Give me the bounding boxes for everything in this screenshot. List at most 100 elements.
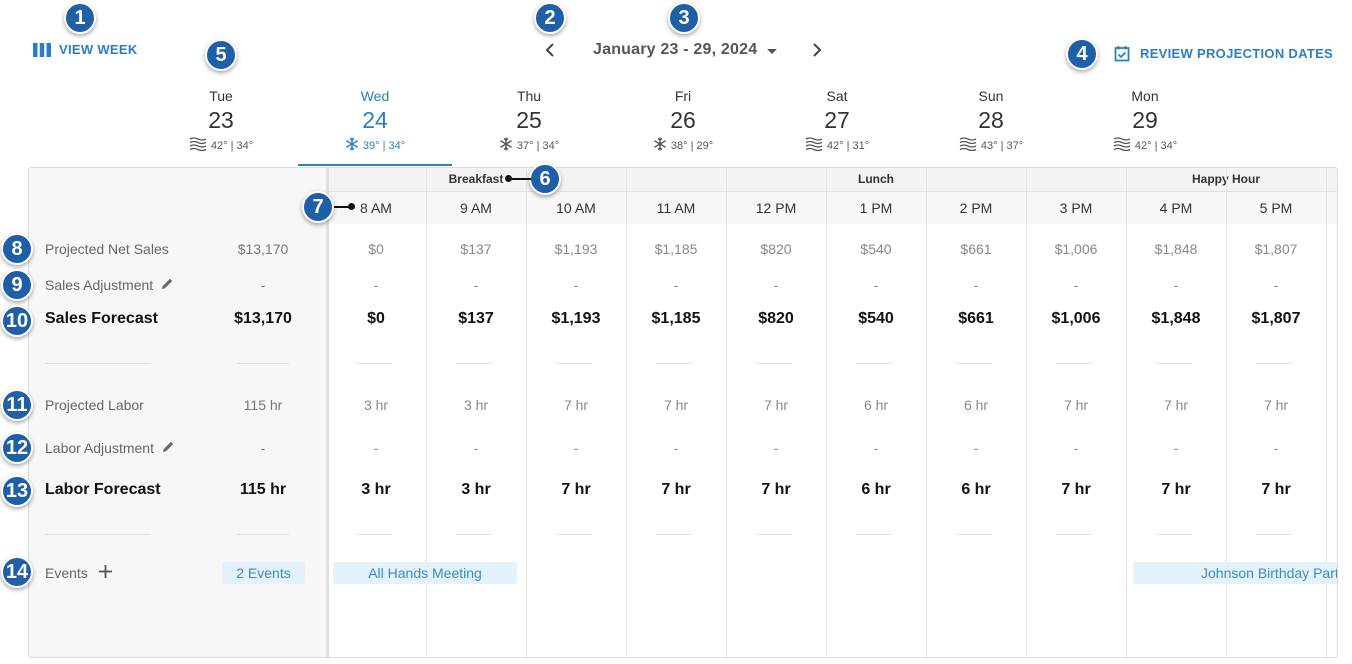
pencil-icon[interactable] [161, 277, 174, 293]
chevron-right-icon [813, 43, 822, 57]
section-divider [956, 534, 992, 535]
section-divider [956, 363, 992, 364]
section-divider [356, 534, 392, 535]
day-of-week: Mon [1131, 88, 1159, 104]
pencil-icon[interactable] [162, 440, 175, 456]
day-weather: 43° | 37° [914, 137, 1068, 154]
day-tab-sun[interactable]: Sun 28 43° | 37° [914, 88, 1068, 154]
grid-cell[interactable]: - [726, 277, 826, 293]
day-tab-fri[interactable]: Fri 26 38° | 29° [606, 88, 760, 154]
grid-cell[interactable]: - [526, 440, 626, 456]
section-divider [556, 534, 592, 535]
snow-icon [499, 137, 513, 154]
grid-cell[interactable]: - [926, 440, 1026, 456]
grid-cell: 7 hr [1161, 481, 1191, 498]
grid-cell[interactable]: - [626, 277, 726, 293]
plus-icon [98, 564, 113, 582]
events-count-badge[interactable]: 2 Events [222, 562, 305, 584]
projected-net-sales-label: Projected Net Sales [45, 241, 169, 257]
callout-8: 8 [1, 233, 33, 265]
forecast-grid: Breakfast Lunch Happy Hour 8 AM 9 AM 10 AM 11… [28, 167, 1338, 658]
grid-cell[interactable]: - [826, 440, 926, 456]
hour-header-cell: 1 PM [859, 200, 893, 216]
callout-4: 4 [1066, 38, 1098, 70]
grid-cell: $1,185 [654, 241, 698, 257]
callout-pointer-dot [348, 203, 355, 210]
section-divider [1056, 534, 1092, 535]
event-chip[interactable]: All Hands Meeting [333, 562, 517, 584]
section-divider [556, 363, 592, 364]
grid-cell[interactable]: - [1226, 277, 1326, 293]
hour-header-cell: 8 AM [360, 200, 392, 216]
review-label: REVIEW PROJECTION DATES [1140, 46, 1334, 61]
callout-7: 7 [302, 191, 334, 223]
grid-cell[interactable]: - [426, 277, 526, 293]
grid-cell: 7 hr [1061, 481, 1091, 498]
chevron-left-icon [545, 43, 554, 57]
fog-icon [189, 137, 207, 154]
callout-9: 9 [1, 269, 33, 301]
daypart-breakfast: Breakfast [448, 172, 504, 186]
day-tab-wed[interactable]: Wed 24 39° | 34° [298, 88, 452, 154]
grid-cell[interactable]: - [1026, 440, 1126, 456]
grid-cell: $540 [860, 241, 892, 257]
grid-cell: 3 hr [363, 397, 389, 413]
grid-cell[interactable]: - [526, 277, 626, 293]
grid-cell[interactable]: - [326, 440, 426, 456]
snow-icon [653, 137, 667, 154]
grid-cell: $1,848 [1151, 310, 1201, 327]
grid-cell[interactable]: - [1126, 440, 1226, 456]
grid-cell: $0 [367, 310, 385, 327]
callout-pointer [509, 178, 531, 180]
grid-cell: $661 [960, 241, 992, 257]
grid-cell[interactable]: - [826, 277, 926, 293]
grid-cell[interactable]: - [726, 440, 826, 456]
event-chip[interactable]: Johnson Birthday Party [1133, 562, 1337, 584]
next-week-button[interactable] [807, 40, 827, 60]
grid-cell: $1,006 [1051, 310, 1101, 327]
day-tab-sat[interactable]: Sat 27 42° | 31° [760, 88, 914, 154]
row-total: - [260, 440, 266, 456]
events-add-button[interactable]: Events [45, 564, 113, 582]
grid-cell: 7 hr [1261, 481, 1291, 498]
day-tab-thu[interactable]: Thu 25 37° | 34° [452, 88, 606, 154]
review-projection-dates-button[interactable]: REVIEW PROJECTION DATES [1114, 45, 1333, 62]
previous-week-button[interactable] [540, 40, 560, 60]
day-weather: 39° | 34° [298, 137, 452, 154]
callout-12: 12 [1, 432, 33, 464]
grid-cell: 6 hr [961, 481, 991, 498]
grid-cell[interactable]: - [926, 277, 1026, 293]
sales-forecast-label: Sales Forecast [45, 310, 158, 328]
grid-cell[interactable]: - [1026, 277, 1126, 293]
day-tab-tue[interactable]: Tue 23 42° | 34° [144, 88, 298, 154]
columns-icon [33, 42, 51, 57]
section-divider [1156, 534, 1192, 535]
hour-header-cell: 5 PM [1259, 200, 1293, 216]
section-divider [456, 363, 492, 364]
temperature-range: 37° | 34° [516, 139, 560, 152]
grid-cell[interactable]: - [1226, 440, 1326, 456]
section-divider [656, 363, 692, 364]
hour-header-cell: 12 PM [755, 200, 797, 216]
grid-cell[interactable]: - [326, 277, 426, 293]
row-label-text: Labor Forecast [45, 481, 161, 498]
grid-cell: 3 hr [461, 481, 491, 498]
row-total: $13,170 [234, 310, 292, 327]
callout-3: 3 [668, 2, 700, 34]
hour-header-cell: 2 PM [959, 200, 993, 216]
grid-cell: $1,193 [551, 310, 601, 327]
sales-adjustment-label: Sales Adjustment [45, 277, 174, 293]
grid-cell: $661 [958, 310, 994, 327]
grid-cell[interactable]: - [1126, 277, 1226, 293]
grid-cell: 7 hr [663, 397, 689, 413]
grid-cell: 6 hr [863, 397, 889, 413]
date-range-picker[interactable]: January 23 - 29, 2024 [593, 41, 778, 59]
day-number: 25 [516, 107, 542, 133]
events-label: Events [45, 565, 88, 581]
section-divider [1156, 363, 1192, 364]
grid-cell: 7 hr [661, 481, 691, 498]
grid-cell[interactable]: - [426, 440, 526, 456]
view-week-button[interactable]: VIEW WEEK [33, 42, 138, 57]
grid-cell[interactable]: - [626, 440, 726, 456]
day-tab-mon[interactable]: Mon 29 42° | 34° [1068, 88, 1222, 154]
